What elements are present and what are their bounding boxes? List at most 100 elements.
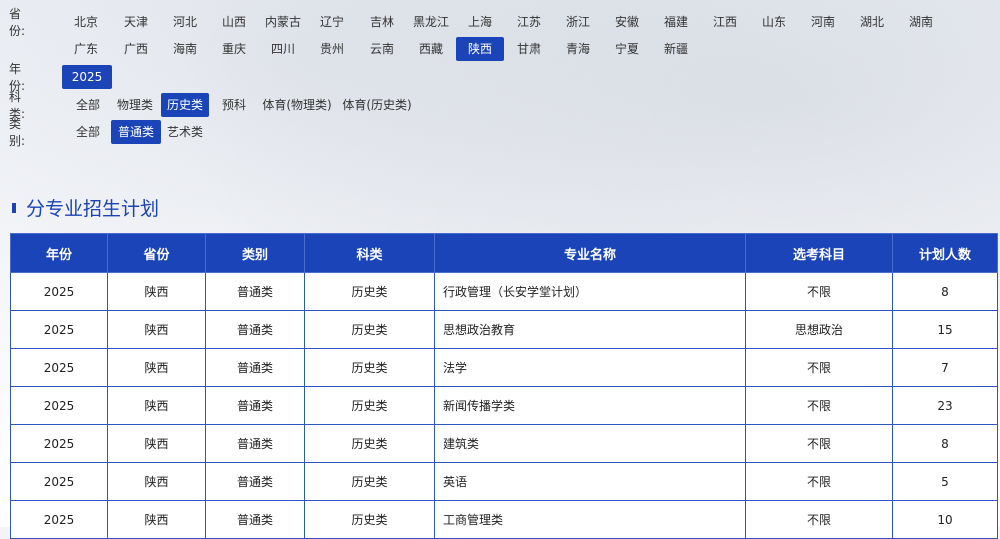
province-option[interactable]: 浙江 [554, 10, 602, 34]
subject-option[interactable]: 历史类 [161, 93, 209, 117]
cell-required-subject: 不限 [745, 348, 893, 387]
province-option[interactable]: 内蒙古 [259, 10, 307, 34]
cell-year: 2025 [10, 462, 108, 501]
cell-province: 陕西 [107, 462, 206, 501]
province-option[interactable]: 云南 [358, 37, 406, 61]
cell-province: 陕西 [107, 500, 206, 539]
cell-year: 2025 [10, 386, 108, 425]
subject-option[interactable]: 体育(历史类) [339, 93, 415, 117]
section-heading: 分专业招生计划 [12, 196, 159, 222]
cell-subject: 历史类 [304, 272, 435, 311]
year-option[interactable]: 2025 [62, 65, 112, 89]
province-option[interactable]: 山东 [750, 10, 798, 34]
header-subject: 科类 [304, 233, 435, 273]
cell-province: 陕西 [107, 272, 206, 311]
cell-province: 陕西 [107, 386, 206, 425]
cell-plan-count: 23 [892, 386, 998, 425]
province-option[interactable]: 山西 [210, 10, 258, 34]
subject-option[interactable]: 物理类 [113, 93, 157, 117]
table-row: 2025 陕西 普通类 历史类 行政管理（长安学堂计划） 不限 8 [10, 272, 998, 311]
province-label: 省份: [9, 7, 26, 38]
cell-required-subject: 不限 [745, 386, 893, 425]
cell-major: 英语 [434, 462, 746, 501]
cell-category: 普通类 [205, 310, 305, 349]
province-option[interactable]: 江苏 [505, 10, 553, 34]
cell-required-subject: 不限 [745, 424, 893, 463]
cell-province: 陕西 [107, 310, 206, 349]
table-body: 2025 陕西 普通类 历史类 行政管理（长安学堂计划） 不限 8 2025 陕西 普通类 历史类思… [10, 272, 998, 539]
cell-plan-count: 5 [892, 462, 998, 501]
cell-category: 普通类 [205, 500, 305, 539]
cell-category: 普通类 [205, 462, 305, 501]
cell-major: 行政管理（长安学堂计划） [434, 272, 746, 311]
province-option[interactable]: 重庆 [210, 37, 258, 61]
province-option[interactable]: 河南 [799, 10, 847, 34]
header-major: 专业名称 [434, 233, 746, 273]
province-option[interactable]: 天津 [112, 10, 160, 34]
province-option[interactable]: 青海 [554, 37, 602, 61]
cell-plan-count: 15 [892, 310, 998, 349]
province-option[interactable]: 陕西 [456, 37, 504, 61]
province-option[interactable]: 福建 [652, 10, 700, 34]
cell-subject: 历史类 [304, 500, 435, 539]
cell-year: 2025 [10, 500, 108, 539]
subject-option[interactable]: 预科 [214, 93, 254, 117]
cell-major: 法学 [434, 348, 746, 387]
province-option[interactable]: 贵州 [308, 37, 356, 61]
province-option[interactable]: 安徽 [603, 10, 651, 34]
cell-subject: 历史类 [304, 348, 435, 387]
cell-major: 工商管理类 [434, 500, 746, 539]
province-option[interactable]: 海南 [161, 37, 209, 61]
province-option[interactable]: 江西 [701, 10, 749, 34]
province-option[interactable]: 湖南 [897, 10, 945, 34]
province-option[interactable]: 湖北 [848, 10, 896, 34]
cell-year: 2025 [10, 348, 108, 387]
province-option[interactable]: 上海 [456, 10, 504, 34]
province-option[interactable]: 辽宁 [308, 10, 356, 34]
cell-subject: 历史类 [304, 310, 435, 349]
category-option[interactable]: 全部 [68, 120, 108, 144]
section-marker-icon [12, 202, 16, 213]
province-option[interactable]: 黑龙江 [407, 10, 455, 34]
province-option[interactable]: 甘肃 [505, 37, 553, 61]
cell-major: 建筑类 [434, 424, 746, 463]
category-option[interactable]: 艺术类 [161, 120, 209, 144]
section-title: 分专业招生计划 [26, 198, 160, 220]
province-option[interactable]: 西藏 [407, 37, 455, 61]
cell-category: 普通类 [205, 348, 305, 387]
enrollment-plan-table: 年份 省份 类别 科类 专业名称 选考科目 计划人数 2025 陕西 普通类 历史类行… [10, 233, 998, 539]
subject-option[interactable]: 体育(物理类) [259, 93, 335, 117]
province-option[interactable]: 广西 [112, 37, 160, 61]
header-plan-count: 计划人数 [892, 233, 998, 273]
cell-province: 陕西 [107, 424, 206, 463]
province-option[interactable]: 宁夏 [603, 37, 651, 61]
cell-category: 普通类 [205, 424, 305, 463]
cell-plan-count: 8 [892, 424, 998, 463]
header-province: 省份 [107, 233, 206, 273]
category-label: 类别: [9, 117, 26, 148]
table-row: 2025 陕西 普通类 历史类 英语 不限 5 [10, 462, 998, 501]
cell-year: 2025 [10, 272, 108, 311]
table-row: 2025 陕西 普通类 历史类 建筑类 不限 8 [10, 424, 998, 463]
table-row: 2025 陕西 普通类 历史类 工商管理类 不限 10 [10, 500, 998, 539]
cell-subject: 历史类 [304, 424, 435, 463]
province-option[interactable]: 四川 [259, 37, 307, 61]
table-header-row: 年份 省份 类别 科类 专业名称 选考科目 计划人数 [10, 233, 998, 273]
cell-required-subject: 不限 [745, 500, 893, 539]
province-option[interactable]: 河北 [161, 10, 209, 34]
cell-category: 普通类 [205, 272, 305, 311]
province-option[interactable]: 新疆 [652, 37, 700, 61]
category-option[interactable]: 普通类 [111, 120, 161, 144]
cell-required-subject: 不限 [745, 462, 893, 501]
province-option[interactable]: 北京 [62, 10, 110, 34]
province-option[interactable]: 吉林 [358, 10, 406, 34]
cell-required-subject: 不限 [745, 272, 893, 311]
cell-required-subject: 思想政治 [745, 310, 893, 349]
province-option[interactable]: 广东 [62, 37, 110, 61]
cell-major: 思想政治教育 [434, 310, 746, 349]
header-year: 年份 [10, 233, 108, 273]
header-category: 类别 [205, 233, 305, 273]
subject-option[interactable]: 全部 [68, 93, 108, 117]
cell-plan-count: 10 [892, 500, 998, 539]
cell-category: 普通类 [205, 386, 305, 425]
